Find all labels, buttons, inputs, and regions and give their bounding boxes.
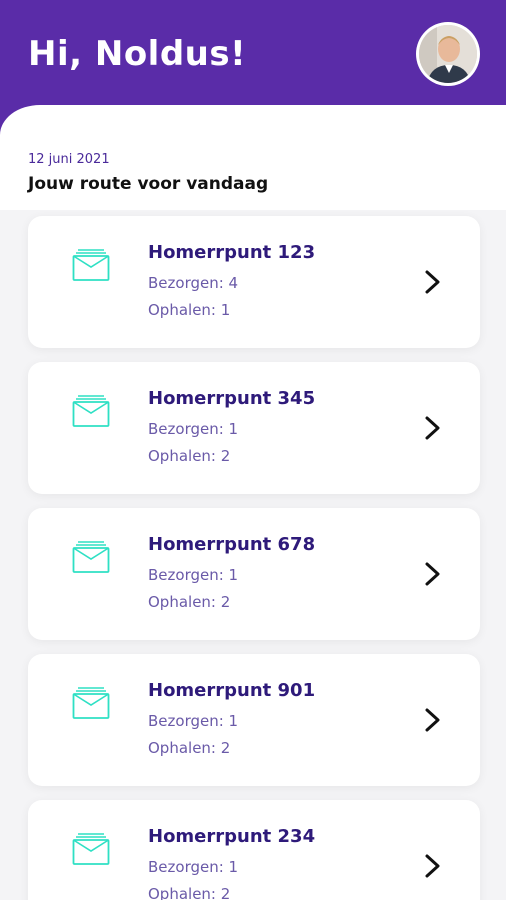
stop-name: Homerrpunt 901 — [148, 680, 316, 701]
stop-bezorgen: Bezorgen: 1 — [148, 858, 239, 876]
stop-bezorgen: Bezorgen: 1 — [148, 566, 239, 584]
stop-card[interactable]: Homerrpunt 678 Bezorgen: 1 Ophalen: 2 — [28, 508, 480, 640]
package-icon — [72, 249, 110, 281]
chevron-right-icon[interactable] — [422, 268, 444, 296]
stop-name: Homerrpunt 345 — [148, 388, 316, 409]
chevron-right-icon[interactable] — [422, 852, 444, 880]
stop-ophalen: Ophalen: 2 — [148, 885, 231, 900]
stop-card[interactable]: Homerrpunt 123 Bezorgen: 4 Ophalen: 1 — [28, 216, 480, 348]
stop-name: Homerrpunt 123 — [148, 242, 316, 263]
stop-name: Homerrpunt 678 — [148, 534, 316, 555]
route-date: 12 juni 2021 — [28, 152, 110, 167]
stop-card[interactable]: Homerrpunt 901 Bezorgen: 1 Ophalen: 2 — [28, 654, 480, 786]
package-icon — [72, 395, 110, 427]
person-photo-icon — [419, 25, 477, 83]
stop-bezorgen: Bezorgen: 1 — [148, 712, 239, 730]
stop-card[interactable]: Homerrpunt 345 Bezorgen: 1 Ophalen: 2 — [28, 362, 480, 494]
stop-ophalen: Ophalen: 2 — [148, 447, 231, 465]
package-icon — [72, 687, 110, 719]
stop-bezorgen: Bezorgen: 1 — [148, 420, 239, 438]
avatar-photo — [419, 25, 477, 83]
stop-card[interactable]: Homerrpunt 234 Bezorgen: 1 Ophalen: 2 — [28, 800, 480, 900]
package-icon — [72, 541, 110, 573]
route-title: Jouw route voor vandaag — [28, 174, 269, 194]
profile-avatar[interactable] — [416, 22, 480, 86]
chevron-right-icon[interactable] — [422, 414, 444, 442]
chevron-right-icon[interactable] — [422, 706, 444, 734]
greeting-title: Hi, Noldus! — [28, 34, 247, 74]
stop-ophalen: Ophalen: 2 — [148, 739, 231, 757]
stop-bezorgen: Bezorgen: 4 — [148, 274, 239, 292]
stop-name: Homerrpunt 234 — [148, 826, 316, 847]
chevron-right-icon[interactable] — [422, 560, 444, 588]
stop-ophalen: Ophalen: 2 — [148, 593, 231, 611]
package-icon — [72, 833, 110, 865]
stop-ophalen: Ophalen: 1 — [148, 301, 231, 319]
route-heading-area: 12 juni 2021 Jouw route voor vandaag — [0, 140, 506, 210]
